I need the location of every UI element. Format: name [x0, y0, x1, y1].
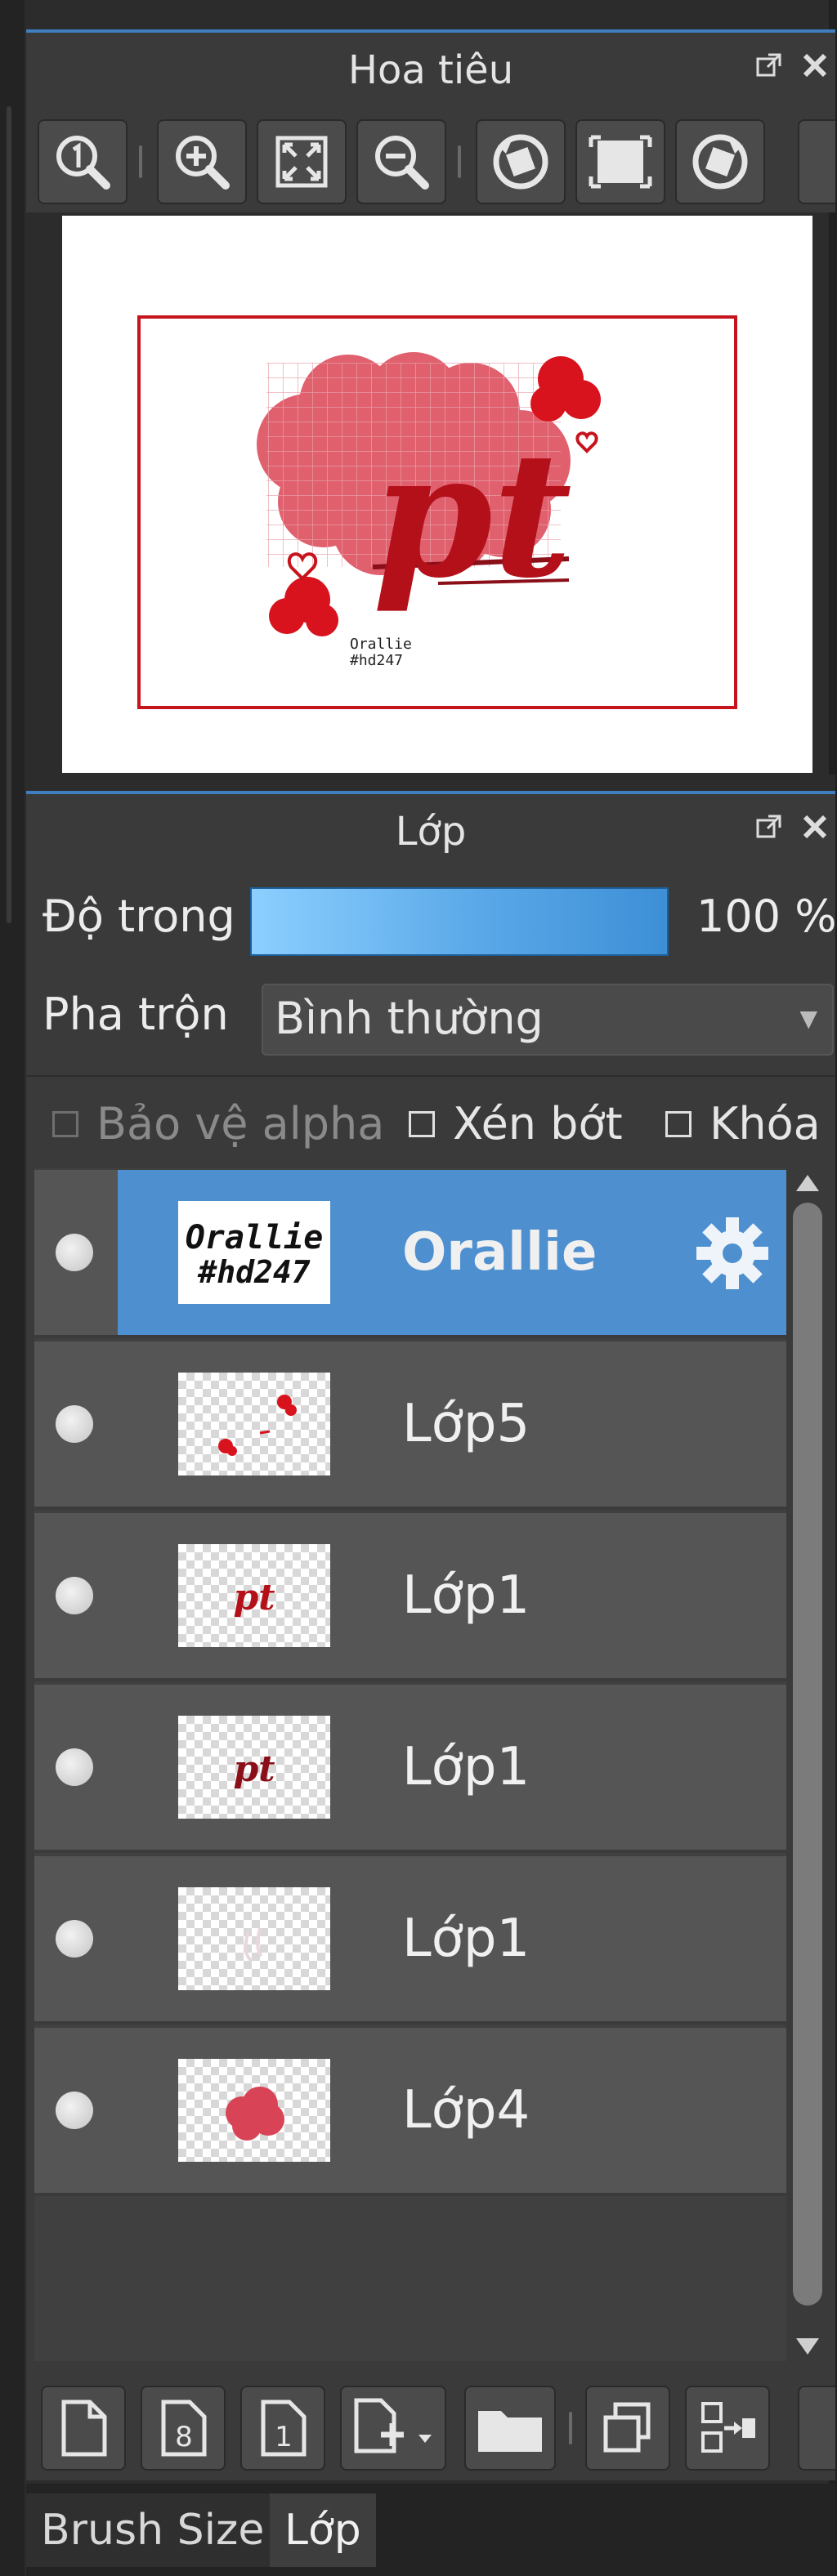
scroll-up-icon[interactable]	[796, 1175, 819, 1191]
layer-bottom-toolbar: 8 1	[26, 2374, 835, 2480]
blend-mode-label: Pha trộn	[43, 989, 229, 1040]
new-folder-icon[interactable]	[464, 2386, 556, 2471]
gear-icon[interactable]	[693, 1214, 772, 1292]
layer-name: Lớp1	[402, 1737, 530, 1797]
tab-brush-size[interactable]: Brush Size	[26, 2493, 280, 2567]
fit-screen-icon[interactable]	[257, 119, 347, 204]
layer-panel-title: Lớp	[395, 809, 467, 855]
layer-name: Lớp4	[402, 2080, 530, 2141]
scrollbar-thumb[interactable]	[793, 1203, 822, 2306]
close-icon[interactable]	[801, 51, 829, 87]
zoom-in-icon[interactable]	[157, 119, 247, 204]
options-divider	[26, 1075, 835, 1077]
lock-label: Khóa	[709, 1098, 821, 1150]
blend-mode-select[interactable]: Bình thường ▼	[262, 984, 834, 1056]
opacity-value: 100 %	[696, 891, 837, 942]
checkbox-box	[409, 1111, 435, 1137]
flip-icon[interactable]	[575, 119, 665, 204]
duplicate-layer-icon[interactable]	[585, 2386, 670, 2471]
layer-thumbnail	[178, 2059, 330, 2162]
float-icon[interactable]	[755, 51, 783, 87]
navigator-title: Hoa tiêu	[347, 47, 514, 93]
clipping-label: Xén bớt	[453, 1098, 623, 1150]
canvas-preview[interactable]: pt Orallie #hd247	[62, 216, 812, 773]
blend-mode-value: Bình thường	[275, 993, 544, 1044]
left-dock-scrollbar[interactable]	[7, 106, 11, 923]
layer-row-lop5[interactable]: Lớp5	[34, 1342, 786, 1510]
layer-list-scrollbar[interactable]	[786, 1168, 829, 2361]
thumb-text: pt	[233, 1577, 275, 1618]
new-layer-icon[interactable]	[41, 2386, 126, 2471]
layer-name: Orallie	[402, 1222, 598, 1283]
visibility-icon[interactable]	[56, 1405, 93, 1443]
zoom-out-icon[interactable]	[356, 119, 446, 204]
visibility-icon[interactable]	[56, 2092, 93, 2129]
layer-row-lop1[interactable]: pt Lớp1	[34, 1513, 786, 1681]
thumb-text-1: Orallie	[186, 1219, 324, 1257]
artwork-text: pt	[373, 414, 572, 616]
lock-checkbox[interactable]: Khóa	[665, 1087, 821, 1162]
tab-layer[interactable]: Lớp	[270, 2493, 376, 2567]
signature-line1: Orallie	[350, 636, 412, 653]
one-label: 1	[275, 2421, 293, 2453]
protect-alpha-label: Bảo vệ alpha	[96, 1098, 385, 1150]
add-layer-menu-icon[interactable]	[340, 2386, 446, 2471]
layer-row-lop4[interactable]: Lớp4	[34, 2028, 786, 2196]
toolbar-separator	[569, 2412, 572, 2444]
new-layer-8bit-icon[interactable]: 8	[141, 2386, 226, 2471]
layer-row-lop1[interactable]: pt Lớp1	[34, 1685, 786, 1853]
layer-name: Lớp1	[402, 1909, 530, 1969]
heart-right-shape	[575, 431, 598, 453]
visibility-icon[interactable]	[56, 1748, 93, 1786]
layer-thumbnail	[178, 1887, 330, 1990]
left-dock-strip	[0, 0, 25, 2576]
checkbox-box	[665, 1111, 692, 1137]
navigator-toolbar	[26, 111, 835, 212]
protect-alpha-checkbox[interactable]: Bảo vệ alpha	[52, 1087, 384, 1162]
zoom-actual-icon[interactable]	[38, 119, 128, 204]
close-icon[interactable]	[801, 812, 829, 848]
chevron-down-icon: ▼	[799, 1005, 817, 1032]
layer-thumbnail: pt	[178, 1544, 330, 1647]
navigator-panel-header: Hoa tiêu	[26, 29, 835, 111]
signature-line2: #hd247	[350, 652, 403, 669]
panel-tab-bar: Brush Size Lớp	[26, 2484, 835, 2576]
visibility-icon[interactable]	[56, 1920, 93, 1958]
merge-down-icon[interactable]	[685, 2386, 770, 2471]
new-layer-1bit-icon[interactable]: 1	[240, 2386, 325, 2471]
toolbar-separator	[139, 145, 142, 178]
opacity-label: Độ trong	[43, 891, 235, 942]
toolbar-overflow-button[interactable]	[798, 2386, 835, 2471]
layer-row-lop1[interactable]: Lớp1	[34, 1856, 786, 2025]
layer-name: Lớp1	[402, 1565, 530, 1626]
rotate-right-icon[interactable]	[675, 119, 765, 204]
layer-thumbnail: Orallie #hd247	[178, 1201, 330, 1304]
red-blob-bottom-left	[269, 577, 338, 636]
clipping-checkbox[interactable]: Xén bớt	[409, 1087, 623, 1162]
rotate-left-icon[interactable]	[476, 119, 566, 204]
layer-panel-header: Lớp	[26, 791, 835, 873]
thumb-text: pt	[233, 1748, 275, 1790]
toolbar-separator	[458, 145, 461, 178]
opacity-slider[interactable]	[250, 887, 669, 956]
artwork-preview: pt Orallie #hd247	[257, 352, 601, 669]
layer-row-orallie[interactable]: Orallie #hd247 Orallie	[34, 1170, 786, 1338]
float-icon[interactable]	[755, 812, 783, 848]
visibility-icon[interactable]	[56, 1577, 93, 1614]
thumb-text-2: #hd247	[197, 1254, 310, 1290]
layer-name: Lớp5	[402, 1394, 530, 1454]
toolbar-overflow-button[interactable]	[798, 119, 835, 204]
layer-thumbnail: pt	[178, 1716, 330, 1819]
eight-label: 8	[175, 2421, 193, 2453]
layer-thumbnail	[178, 1373, 330, 1476]
visibility-icon[interactable]	[56, 1234, 93, 1271]
checkbox-box	[52, 1111, 78, 1137]
scroll-down-icon[interactable]	[796, 2338, 819, 2355]
